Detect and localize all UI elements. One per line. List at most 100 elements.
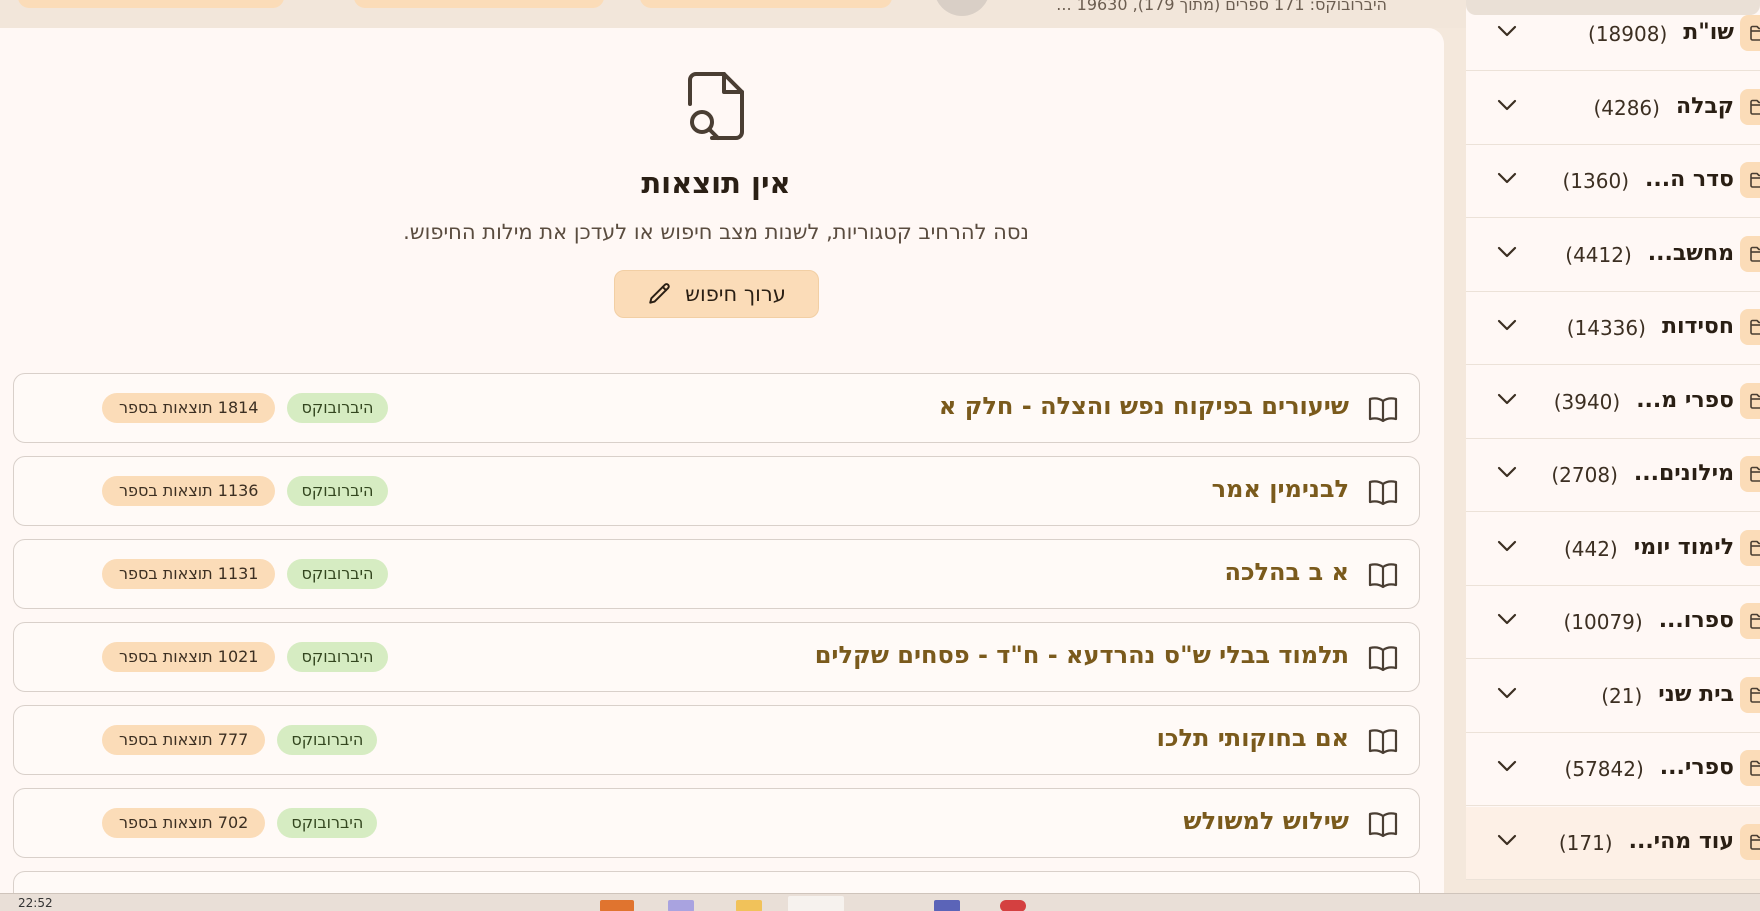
chevron-down-icon[interactable]: [1496, 392, 1518, 406]
edit-search-button[interactable]: ערוך חיפוש: [614, 270, 819, 318]
results-panel: אין תוצאות נסה להרחיב קטגוריות, לשנות מצ…: [0, 28, 1444, 898]
os-taskbar: 22:52: [0, 893, 1760, 911]
folder-icon: [1740, 309, 1760, 345]
book-title[interactable]: שיעורים בפיקוח נפש והצלה - חלק א: [939, 392, 1349, 420]
book-open-icon: [1368, 812, 1398, 838]
folder-icon: [1740, 382, 1760, 419]
book-open-icon: [1368, 480, 1398, 506]
book-result-row[interactable]: לבנימין אמר 1136 תוצאות בספר היברובוקס: [13, 456, 1420, 526]
pencil-icon: [649, 283, 670, 304]
book-result-row[interactable]: שילוש למשולש 702 תוצאות בספר היברובוקס: [13, 788, 1420, 858]
top-toolbar: היברובוקס: 171 ספרים (מתוך 179), 19630 .…: [0, 0, 1466, 28]
book-title[interactable]: תלמוד בבלי ש"ס נהרדעא - ח"ד - פסחים שקלי…: [815, 641, 1349, 669]
category-name: בית שני: [1658, 681, 1734, 707]
chevron-down-icon[interactable]: [1496, 24, 1518, 38]
app-icon[interactable]: [668, 900, 694, 911]
book-open-icon: [1368, 646, 1398, 672]
folder-icon: [1740, 15, 1760, 51]
app-icon[interactable]: [1000, 900, 1026, 911]
category-name: קבלה: [1675, 93, 1734, 119]
category-row[interactable]: ספרי מ... (3940): [1466, 366, 1760, 439]
category-row[interactable]: לימוד יומי (442): [1466, 513, 1760, 586]
category-count: (57842): [1564, 757, 1644, 781]
chevron-down-icon[interactable]: [1496, 171, 1518, 185]
book-result-row[interactable]: אם בחוקותי תלכו 777 תוצאות בספר היברובוק…: [13, 705, 1420, 775]
result-count-badge: 1131 תוצאות בספר: [102, 559, 276, 589]
category-name: שו"ת: [1683, 20, 1734, 45]
folder-icon: [1740, 88, 1760, 125]
status-text: היברובוקס: 171 ספרים (מתוך 179), 19630 .…: [1056, 0, 1387, 13]
folder-icon: [1740, 676, 1760, 713]
category-count: (4286): [1593, 95, 1660, 120]
source-badge: היברובוקס: [277, 725, 378, 755]
app-icon[interactable]: [600, 900, 634, 911]
chevron-down-icon[interactable]: [1496, 465, 1518, 479]
filter-pill[interactable]: [354, 0, 604, 8]
category-name: ספרי מ...: [1636, 387, 1734, 413]
book-result-row[interactable]: א ב בהלכה 1131 תוצאות בספר היברובוקס: [13, 539, 1420, 609]
folder-icon: [1740, 603, 1760, 639]
category-sidebar: שו"ת (18908) קבלה (4286) סדר ה... (1360) מחשב.…: [1466, 0, 1760, 880]
category-count: (21): [1601, 683, 1643, 708]
category-row[interactable]: בית שני (21): [1466, 660, 1760, 733]
chevron-down-icon[interactable]: [1496, 318, 1518, 332]
book-title[interactable]: שילוש למשולש: [1183, 807, 1349, 835]
category-row[interactable]: עוד מהי... (171): [1466, 806, 1760, 880]
source-badge: היברובוקס: [277, 808, 378, 838]
folder-icon: [1740, 162, 1760, 198]
folder-icon: [1740, 529, 1760, 566]
book-title[interactable]: לבנימין אמר: [1212, 475, 1349, 503]
source-badge: היברובוקס: [287, 559, 388, 589]
category-row[interactable]: חסידות (14336): [1466, 292, 1760, 365]
category-count: (442): [1563, 536, 1618, 561]
folder-icon: [1740, 235, 1760, 272]
folder-icon: [1740, 823, 1760, 860]
chevron-down-icon[interactable]: [1496, 245, 1518, 259]
source-badge: היברובוקס: [287, 642, 388, 672]
category-count: (10079): [1563, 610, 1643, 634]
category-name: מחשב...: [1647, 240, 1734, 266]
result-count-badge: 1814 תוצאות בספר: [102, 393, 276, 423]
avatar[interactable]: [934, 0, 990, 16]
folder-icon: [1740, 456, 1760, 492]
category-name: חסידות: [1661, 314, 1734, 339]
empty-state-title: אין תוצאות: [641, 166, 791, 200]
chevron-down-icon[interactable]: [1496, 539, 1518, 553]
category-count: (14336): [1566, 316, 1646, 340]
source-badge: היברובוקס: [287, 476, 388, 506]
category-name: סדר ה...: [1645, 167, 1734, 192]
category-row[interactable]: מילונים... (2708): [1466, 439, 1760, 512]
chevron-down-icon[interactable]: [1496, 612, 1518, 626]
result-count-badge: 1021 תוצאות בספר: [102, 642, 276, 672]
book-results-list: שיעורים בפיקוח נפש והצלה - חלק א 1814 תו…: [13, 373, 1420, 898]
file-search-icon: [688, 72, 744, 140]
app-icon[interactable]: [736, 900, 762, 911]
category-count: (4412): [1565, 242, 1632, 267]
book-open-icon: [1368, 563, 1398, 589]
app-icon-active[interactable]: [788, 896, 844, 911]
category-row[interactable]: ספרו... (10079): [1466, 586, 1760, 659]
category-row[interactable]: מחשב... (4412): [1466, 219, 1760, 292]
edit-search-label: ערוך חיפוש: [685, 282, 786, 306]
category-count: (1360): [1562, 169, 1630, 193]
book-title[interactable]: א ב בהלכה: [1224, 558, 1349, 586]
chevron-down-icon[interactable]: [1496, 686, 1518, 700]
category-count: (2708): [1551, 463, 1618, 487]
category-row[interactable]: סדר ה... (1360): [1466, 145, 1760, 218]
category-count: (18908): [1588, 22, 1668, 46]
book-result-row[interactable]: תלמוד בבלי ש"ס נהרדעא - ח"ד - פסחים שקלי…: [13, 622, 1420, 692]
chevron-down-icon[interactable]: [1496, 98, 1518, 112]
category-row[interactable]: שו"ת (18908): [1466, 0, 1760, 71]
category-name: עוד מהי...: [1628, 828, 1734, 854]
category-row[interactable]: קבלה (4286): [1466, 72, 1760, 145]
result-count-badge: 777 תוצאות בספר: [102, 725, 266, 755]
book-title[interactable]: אם בחוקותי תלכו: [1157, 724, 1349, 752]
category-name: ספרי...: [1659, 755, 1734, 780]
book-result-row[interactable]: שיעורים בפיקוח נפש והצלה - חלק א 1814 תו…: [13, 373, 1420, 443]
filter-pill[interactable]: [640, 0, 892, 8]
chevron-down-icon[interactable]: [1496, 759, 1518, 773]
chevron-down-icon[interactable]: [1496, 833, 1518, 847]
category-row[interactable]: ספרי... (57842): [1466, 733, 1760, 806]
filter-pill[interactable]: [18, 0, 284, 8]
app-icon[interactable]: [934, 900, 960, 911]
